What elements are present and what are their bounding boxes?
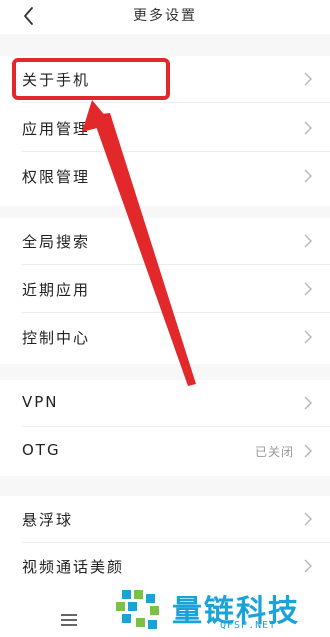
settings-item-control-center[interactable]: 控制中心 xyxy=(0,314,330,361)
page-title: 更多设置 xyxy=(133,8,197,24)
chevron-right-icon xyxy=(304,72,312,86)
settings-item-label: 全局搜索 xyxy=(22,233,91,251)
settings-item-app-management[interactable]: 应用管理 xyxy=(0,105,330,152)
settings-item-label: 权限管理 xyxy=(22,168,91,186)
settings-item-label: 近期应用 xyxy=(22,281,91,299)
settings-item-floating-ball[interactable]: 悬浮球 xyxy=(0,496,330,543)
divider xyxy=(22,312,330,313)
chevron-right-icon xyxy=(304,559,312,573)
settings-item-label: VPN xyxy=(22,393,59,411)
settings-item-label: 视频通话美颜 xyxy=(22,558,125,576)
menu-icon[interactable] xyxy=(61,614,77,626)
watermark-url: QFSP.NET xyxy=(220,620,277,631)
settings-item-otg[interactable]: OTG 已关闭 xyxy=(0,428,330,475)
otg-status-value: 已关闭 xyxy=(254,445,294,459)
settings-item-global-search[interactable]: 全局搜索 xyxy=(0,218,330,265)
chevron-right-icon xyxy=(304,282,312,296)
settings-item-label: 悬浮球 xyxy=(22,511,74,529)
divider xyxy=(22,151,330,152)
header-bar: 更多设置 xyxy=(0,0,330,34)
divider xyxy=(22,426,330,427)
chevron-right-icon xyxy=(304,396,312,410)
settings-item-recent-apps[interactable]: 近期应用 xyxy=(0,266,330,313)
chevron-right-icon xyxy=(304,121,312,135)
chevron-right-icon xyxy=(304,512,312,526)
settings-item-label: 应用管理 xyxy=(22,120,91,138)
chevron-right-icon xyxy=(304,330,312,344)
chevron-right-icon xyxy=(304,234,312,248)
settings-item-permission-management[interactable]: 权限管理 xyxy=(0,153,330,200)
annotation-highlight-box xyxy=(12,58,170,100)
settings-item-label: OTG xyxy=(22,441,61,459)
settings-group-3: VPN OTG 已关闭 xyxy=(0,380,330,476)
settings-group-2: 全局搜索 近期应用 控制中心 xyxy=(0,218,330,364)
settings-item-label: 控制中心 xyxy=(22,329,91,347)
watermark-logo-icon xyxy=(116,590,159,629)
divider xyxy=(22,102,330,103)
divider xyxy=(22,264,330,265)
watermark: 量链科技 QFSP.NET xyxy=(110,580,330,637)
chevron-right-icon xyxy=(304,169,312,183)
settings-item-vpn[interactable]: VPN xyxy=(0,380,330,427)
chevron-right-icon xyxy=(304,444,312,458)
